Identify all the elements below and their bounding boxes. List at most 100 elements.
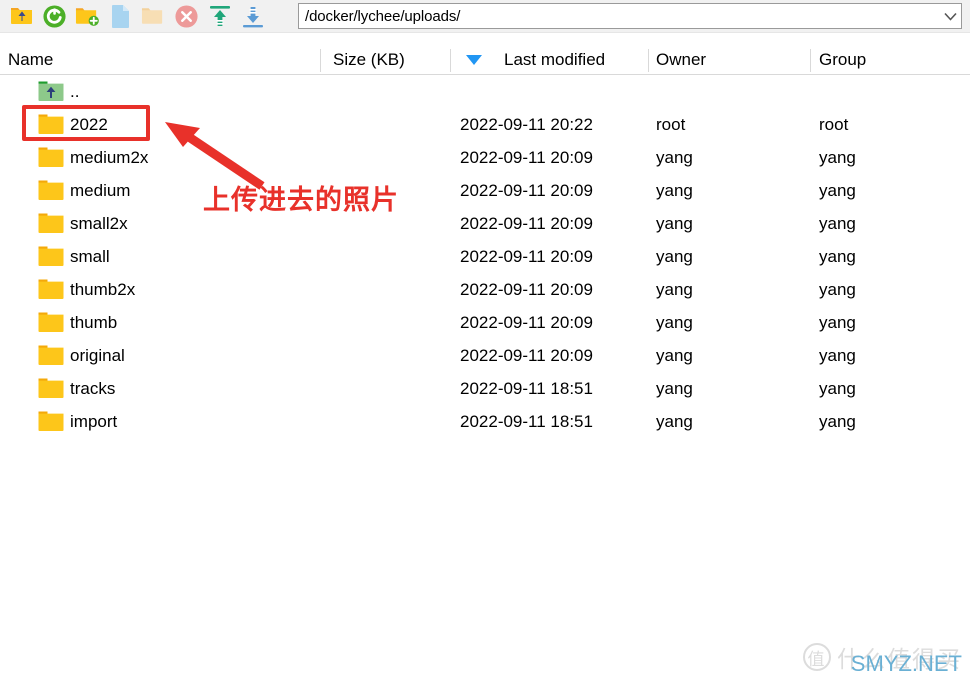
new-file-button[interactable] — [104, 1, 137, 31]
cell-group: yang — [819, 378, 856, 398]
cell-group: yang — [819, 345, 856, 365]
table-row[interactable]: thumb2x 2022-09-11 20:09 yang yang — [0, 273, 970, 306]
list-item-name-cell: tracks — [0, 372, 320, 405]
list-item-name: .. — [70, 82, 80, 101]
table-row[interactable]: 2022 2022-09-11 20:22 root root — [0, 108, 970, 141]
cell-owner: yang — [656, 411, 693, 431]
table-row[interactable]: medium2x 2022-09-11 20:09 yang yang — [0, 141, 970, 174]
cell-owner: yang — [656, 345, 693, 365]
sort-descending-icon — [466, 54, 482, 65]
delete-circle-icon — [175, 4, 198, 28]
column-header-name-label: Name — [8, 49, 54, 69]
refresh-button[interactable] — [38, 1, 71, 31]
cell-owner: yang — [656, 378, 693, 398]
list-item-name: original — [70, 346, 125, 365]
cell-owner: yang — [656, 147, 693, 167]
column-header-last-modified[interactable]: Last modified — [466, 45, 648, 74]
cell-size — [333, 372, 450, 405]
table-row[interactable]: import 2022-09-11 18:51 yang yang — [0, 405, 970, 438]
cell-owner: yang — [656, 180, 693, 200]
column-header-size[interactable]: Size (KB) — [333, 45, 450, 74]
column-header-row: Name Size (KB) Last modified Owner Group — [0, 45, 970, 75]
cell-group: yang — [819, 279, 856, 299]
column-header-last-modified-label: Last modified — [504, 49, 606, 69]
cell-group: yang — [819, 180, 856, 200]
column-divider[interactable] — [648, 49, 649, 72]
cell-group: yang — [819, 213, 856, 233]
cell-size — [333, 141, 450, 174]
path-input[interactable]: /docker/lychee/uploads/ — [298, 3, 962, 29]
list-item-name: tracks — [70, 379, 116, 398]
column-header-size-label: Size (KB) — [333, 49, 405, 69]
upload-button[interactable] — [203, 1, 236, 31]
cell-size — [333, 339, 450, 372]
cell-last-modified: 2022-09-11 20:09 — [460, 213, 593, 233]
list-item-name: 2022 — [70, 115, 108, 134]
cell-owner: yang — [656, 246, 693, 266]
cell-last-modified: 2022-09-11 18:51 — [460, 378, 593, 398]
table-row[interactable]: tracks 2022-09-11 18:51 yang yang — [0, 372, 970, 405]
cell-owner: yang — [656, 279, 693, 299]
list-item-name-cell: small — [0, 240, 320, 273]
cell-group: yang — [819, 411, 856, 431]
download-icon — [242, 6, 263, 27]
column-header-group-label: Group — [819, 49, 867, 69]
file-new-icon — [111, 4, 129, 28]
download-button[interactable] — [236, 1, 269, 31]
delete-button[interactable] — [170, 1, 203, 31]
annotation-label: 上传进去的照片 — [203, 185, 399, 216]
chevron-down-icon — [943, 12, 957, 21]
list-item-name: import — [70, 412, 118, 431]
list-item-name-cell: medium2x — [0, 141, 320, 174]
column-divider[interactable] — [450, 49, 451, 72]
list-item-name: medium — [70, 181, 131, 200]
list-item-name-cell: original — [0, 339, 320, 372]
path-input-value: /docker/lychee/uploads/ — [305, 8, 461, 24]
list-item-name-cell: 2022 — [0, 108, 320, 141]
parent-folder-button[interactable] — [5, 1, 38, 31]
folder-icon — [141, 8, 163, 24]
cell-group: yang — [819, 147, 856, 167]
list-item-name: small — [70, 247, 110, 266]
list-item-name: small2x — [70, 214, 128, 233]
cell-last-modified: 2022-09-11 20:09 — [460, 180, 593, 200]
path-dropdown-button[interactable] — [939, 4, 961, 28]
cell-size — [333, 108, 450, 141]
list-item-name: medium2x — [70, 148, 149, 167]
cell-size — [333, 306, 450, 339]
table-row[interactable]: small 2022-09-11 20:09 yang yang — [0, 240, 970, 273]
column-header-owner[interactable]: Owner — [656, 45, 810, 74]
toolbar: /docker/lychee/uploads/ — [0, 0, 970, 33]
cell-last-modified: 2022-09-11 20:09 — [460, 312, 593, 332]
cell-last-modified: 2022-09-11 20:22 — [460, 114, 593, 134]
cell-owner: yang — [656, 213, 693, 233]
folder-add-icon — [75, 8, 99, 26]
cell-group: root — [819, 114, 849, 134]
cell-last-modified: 2022-09-11 20:09 — [460, 279, 593, 299]
cell-group: yang — [819, 246, 856, 266]
cell-last-modified: 2022-09-11 20:09 — [460, 345, 593, 365]
column-divider[interactable] — [810, 49, 811, 72]
cell-last-modified: 2022-09-11 20:09 — [460, 147, 593, 167]
cell-owner: yang — [656, 312, 693, 332]
table-row[interactable]: original 2022-09-11 20:09 yang yang — [0, 339, 970, 372]
list-item-name-cell: thumb — [0, 306, 320, 339]
watermark-site: SMYZ.NET — [850, 651, 962, 676]
new-folder-button[interactable] — [71, 1, 104, 31]
column-divider[interactable] — [320, 49, 321, 72]
cell-owner: root — [656, 114, 686, 134]
file-list: .. 2022 2022-09-11 20:22 root root mediu… — [0, 75, 970, 687]
list-item-name-cell: import — [0, 405, 320, 438]
table-row[interactable]: medium 2022-09-11 20:09 yang yang — [0, 174, 970, 207]
table-row[interactable]: thumb 2022-09-11 20:09 yang yang — [0, 306, 970, 339]
rename-button[interactable] — [137, 1, 170, 31]
list-item-name: thumb — [70, 313, 118, 332]
column-header-name[interactable]: Name — [8, 45, 320, 74]
list-item-parent[interactable]: .. — [0, 75, 970, 108]
list-item-name-cell: .. — [0, 75, 320, 108]
cell-size — [333, 405, 450, 438]
list-item-name: thumb2x — [70, 280, 136, 299]
table-row[interactable]: small2x 2022-09-11 20:09 yang yang — [0, 207, 970, 240]
column-header-group[interactable]: Group — [819, 45, 970, 74]
cell-last-modified: 2022-09-11 20:09 — [460, 246, 593, 266]
